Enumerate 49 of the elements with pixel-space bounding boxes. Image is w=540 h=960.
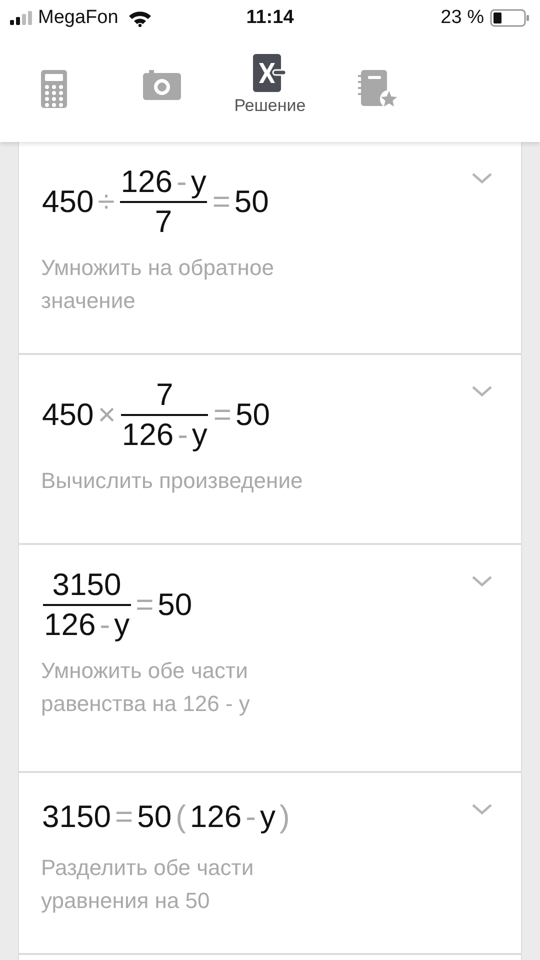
math-term: 126 [43,606,97,642]
math-term: 450 [41,396,95,433]
chevron-down-icon[interactable] [471,803,493,815]
signal-icon [10,11,32,25]
clock-time: 11:14 [246,7,294,29]
step-description: Вычислить произведение [41,467,304,496]
math-operator: ) [278,799,291,835]
math-term: 50 [234,396,271,433]
math-operator: - [244,799,257,835]
math-term: 450 [41,184,95,220]
step-description: Умножить обе части равенства на 126 - y [41,657,251,718]
math-term: 126 [188,799,243,835]
notebook-icon [358,70,398,108]
math-operator: - [175,164,188,200]
math-term: 3150 [51,567,122,603]
math-term: 7 [155,377,174,413]
math-term: y [190,416,208,452]
chevron-down-icon[interactable] [471,172,493,184]
math-operator: ( [174,799,187,835]
math-operator: = [134,586,155,623]
math-term: 50 [233,184,270,220]
step-description: Разделить обе части уравнения на 50 [41,854,255,915]
math-operator: × [96,396,117,433]
math-term: y [190,164,208,200]
calculator-icon [41,70,67,108]
math-operator: ÷ [96,184,116,220]
math-term: 126 [120,416,175,452]
chevron-down-icon[interactable] [471,385,493,397]
battery-percent: 23 % [440,7,484,29]
math-operator: - [176,416,189,452]
math-operator: = [211,184,232,220]
math-term: 3150 [41,799,112,835]
battery-icon [490,9,530,27]
solver-icon [253,54,287,92]
math-term: 126 [120,164,174,200]
math-term: y [113,606,131,642]
math-operator: = [114,799,134,835]
camera-icon [143,70,181,100]
step-description: Умножить на обратное значение [41,254,275,316]
chevron-down-icon[interactable] [471,575,493,587]
math-term: 50 [136,799,173,835]
tab[interactable]: Решение [216,36,324,142]
math-term: y [258,799,276,835]
math-operator: = [212,396,233,433]
math-term: 50 [156,586,194,623]
wifi-icon [128,10,152,26]
math-operator: - [98,606,112,642]
math-term: 7 [154,204,174,240]
carrier-name: MegaFon [38,7,118,29]
